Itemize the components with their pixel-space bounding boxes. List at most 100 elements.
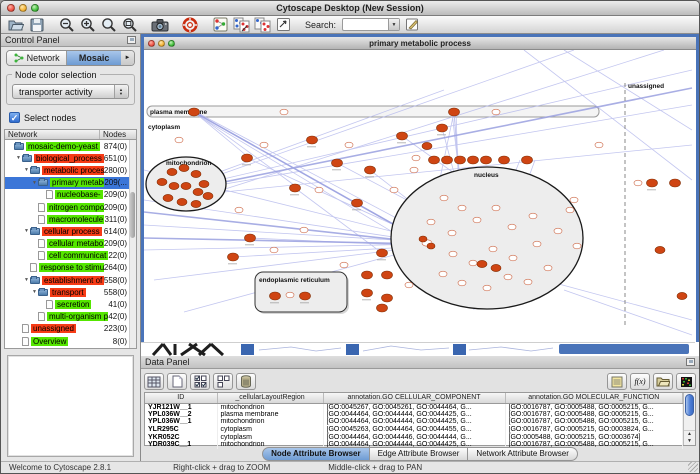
tab-node-attribute-browser[interactable]: Node Attribute Browser [262,447,370,461]
network-view-icon[interactable] [211,17,229,33]
tree-row-node-count: 209(0) [104,203,127,212]
tree-row[interactable]: response to stimulu264(0) [5,262,136,274]
expander-icon[interactable]: ▼ [15,155,22,161]
select-nodes-checkbox[interactable]: ✓ [9,112,20,123]
table-row[interactable]: YPL036W__1mitochondrion[GO:0044464, GO:0… [145,418,683,426]
tree-row[interactable]: ▼transport558(0) [5,286,136,298]
tree-row[interactable]: ▼ establishment of lo558(0) [5,274,136,286]
table-column-header[interactable]: annotation.GO MOLECULAR_FUNCTION [505,393,683,403]
tree-row[interactable]: mosaic-demo-yeast874(0) [5,140,136,152]
help-lifesaver-icon[interactable] [181,17,199,33]
status-pan-hint: Middle-click + drag to PAN [328,463,422,472]
table-row[interactable]: YKR052Ccytoplasm[GO:0044464, GO:0044446,… [145,433,683,441]
snapshot-camera-icon[interactable] [151,17,169,33]
unselect-attributes-icon[interactable] [213,373,233,390]
expander-icon[interactable]: ▼ [23,228,30,234]
tree-row[interactable]: macromolecule311(0) [5,213,136,225]
table-cell: [GO:0044464, GO:0044444, GO:0044425, G..… [323,418,505,426]
tree-row-label: cellular process [42,227,102,236]
expander-icon[interactable]: ▼ [23,167,30,173]
tab-mosaic-label: Mosaic [79,53,110,63]
table-scrollbar[interactable]: ▲ ▼ [683,393,695,445]
table-column-header[interactable]: _cellularLayoutRegion [217,393,323,403]
folder-icon [38,289,48,296]
function-builder-icon[interactable]: f(x) [630,373,650,390]
search-field[interactable] [343,19,388,30]
tree-column-network[interactable]: Network [5,130,100,139]
select-nodes-label: Select nodes [24,113,76,123]
select-all-attributes-icon[interactable] [190,373,210,390]
table-column-header[interactable]: annotation.GO CELLULAR_COMPONENT [323,393,505,403]
control-panel-tabs: Network Mosaic ► [6,50,135,66]
tree-row[interactable]: cell communicat22(0) [5,250,136,262]
tree-row[interactable]: ▼metabolic process280(0) [5,164,136,176]
table-row[interactable]: YJR121W__1mitochondrion[GO:0045267, GO:0… [145,403,683,411]
table-column-header[interactable]: ID [145,393,217,403]
tree-row-node-count: 651(0) [104,154,127,163]
main-toolbar: Search: ▼ [1,16,699,34]
tree-row-label: transport [50,288,86,297]
float-panel-icon[interactable] [127,36,136,44]
import-attributes-icon[interactable] [653,373,673,390]
expander-icon[interactable]: ▼ [31,289,38,295]
tree-row-node-count: 223(0) [104,324,127,333]
tree-row[interactable]: cellular metabo209(0) [5,238,136,250]
merge-networks-icon[interactable] [232,17,250,33]
tree-row[interactable]: multi-organism pro42(0) [5,311,136,323]
tab-network-attribute-browser[interactable]: Network Attribute Browser [468,447,577,461]
new-attribute-icon[interactable] [167,373,187,390]
tree-row[interactable]: nucleobase-209(0) [5,189,136,201]
tree-row-label: establishment of lo [42,276,104,285]
tree-row[interactable]: unassigned 223(0) [5,323,136,335]
tree-column-nodes[interactable]: Nodes [100,130,136,139]
tree-row[interactable]: Overview8(0) [5,335,136,347]
table-row[interactable]: YPL036W__2plasma membrane[GO:0044464, GO… [145,411,683,419]
attribute-notes-icon[interactable] [607,373,627,390]
tab-edge-attribute-browser[interactable]: Edge Attribute Browser [370,447,469,461]
tree-row[interactable]: ▼cellular process614(0) [5,225,136,237]
tree-row-label: unassigned [31,324,76,333]
background-window-fragment [153,344,223,355]
network-tree-header: Network Nodes [4,129,137,140]
network-file-icon [38,251,45,260]
zoom-in-icon[interactable] [79,17,97,33]
search-dropdown-icon[interactable]: ▼ [388,19,399,30]
tree-scrollbar-thumb[interactable] [130,192,135,238]
tree-row[interactable]: ▼primary metabo209(... [5,177,136,189]
tab-overflow-icon[interactable]: ► [121,51,134,65]
tree-row[interactable]: secretion41(0) [5,298,136,310]
zoom-fit-icon[interactable] [121,17,139,33]
network-desktop: primary metabolic process [141,34,699,356]
zoom-selected-icon[interactable] [100,17,118,33]
delete-attribute-icon[interactable] [236,373,256,390]
open-session-icon[interactable] [7,17,25,33]
network-tree: mosaic-demo-yeast874(0)▼biological_proce… [4,140,137,349]
search-options-icon[interactable] [403,17,421,33]
tab-network[interactable]: Network [7,51,67,65]
tab-mosaic[interactable]: Mosaic [67,51,121,65]
heatmap-view-icon[interactable] [676,373,696,390]
save-session-icon[interactable] [28,17,46,33]
table-scrollbar-thumb[interactable] [685,394,694,416]
tree-row-label: nucleobase- [55,190,103,199]
tree-row[interactable]: ▼biological_process651(0) [5,152,136,164]
compare-networks-icon[interactable] [253,17,271,33]
expander-icon[interactable]: ▼ [23,277,30,283]
search-input[interactable]: ▼ [342,18,400,31]
tree-row-node-count: 42(0) [108,312,127,321]
tree-scrollbar[interactable] [129,140,136,348]
float-data-panel-icon[interactable] [686,358,695,366]
tree-row-node-count: 558(0) [104,276,127,285]
tree-row[interactable]: nitrogen compo209(0) [5,201,136,213]
scroll-up-icon[interactable]: ▲ [684,431,695,438]
mitochondrion-label: mitochondrion [166,160,212,167]
select-attributes-icon[interactable] [144,373,164,390]
expander-icon[interactable]: ▼ [31,180,38,186]
table-row[interactable]: YLR295Ccytoplasm[GO:0045263, GO:0044464,… [145,426,683,434]
attribute-dropdown[interactable]: transporter activity ▲▼ [12,84,129,99]
scroll-down-icon[interactable]: ▼ [684,438,695,445]
zoom-out-icon[interactable] [58,17,76,33]
resize-grip[interactable] [688,462,698,472]
annotation-icon[interactable] [274,17,292,33]
network-canvas[interactable]: plasma membrane cytoplasm mitochondrion … [144,50,696,343]
